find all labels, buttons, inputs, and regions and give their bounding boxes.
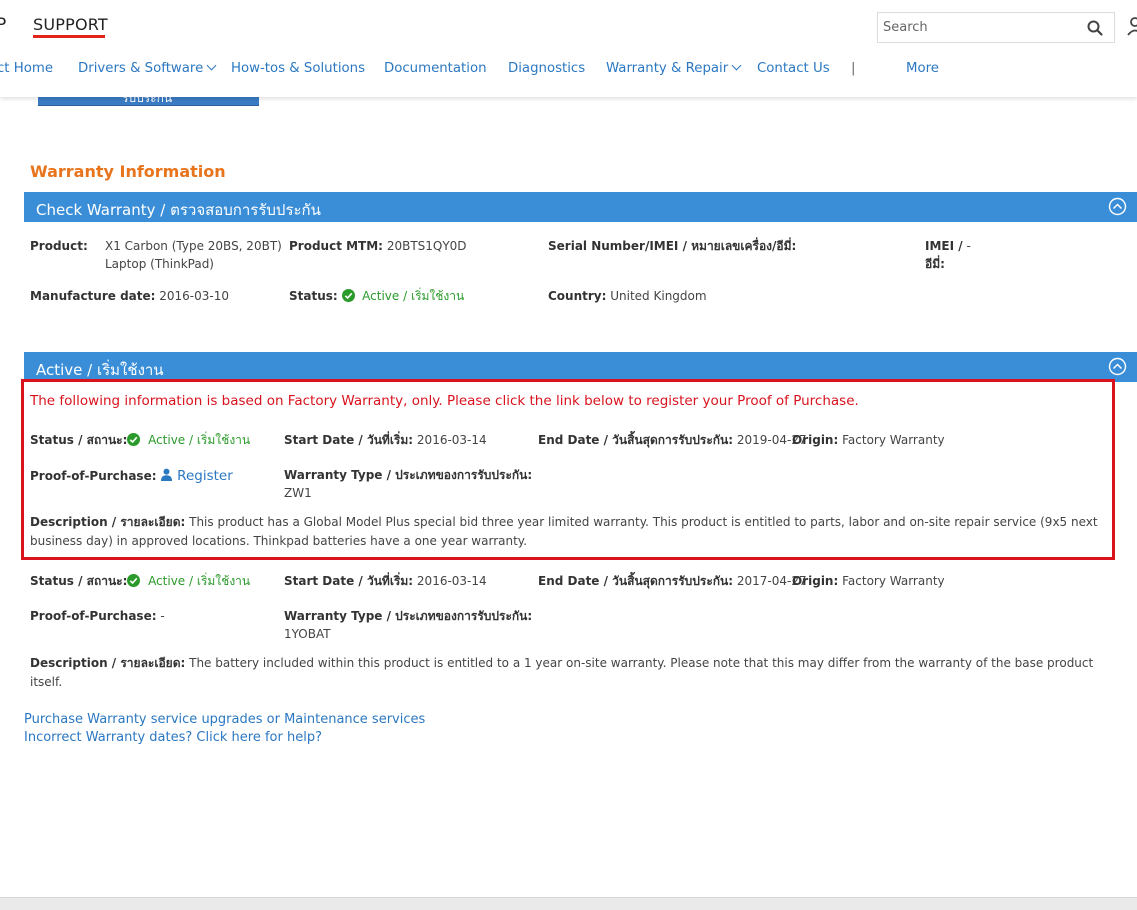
support-title[interactable]: SUPPORT: [33, 15, 108, 34]
entry2-status: Status / สถานะ: Active / เริ่มใช้งาน: [30, 574, 251, 588]
site-header: P SUPPORT ct Home Drivers & Software How…: [0, 0, 1137, 97]
incorrect-dates-help-link[interactable]: Incorrect Warranty dates? Click here for…: [24, 730, 322, 745]
nav-warranty-repair-label: Warranty & Repair: [606, 61, 729, 76]
factory-warranty-notice: The following information is based on Fa…: [30, 393, 859, 409]
nav-product-home[interactable]: ct Home: [0, 61, 53, 76]
entry1-description: Description / รายละเอียด: This product h…: [30, 515, 1098, 548]
nav-documentation[interactable]: Documentation: [384, 61, 487, 76]
register-warranty-button[interactable]: รับประกัน: [38, 97, 259, 106]
register-warranty-button-label: รับประกัน: [122, 97, 173, 105]
horizontal-scrollbar[interactable]: [0, 897, 1137, 910]
check-warranty-title: Check Warranty / ตรวจสอบการรับประกัน: [36, 201, 321, 219]
nav-howtos-solutions[interactable]: How-tos & Solutions: [231, 61, 365, 76]
product-label: Product:: [30, 239, 88, 253]
chevron-up-circle-icon[interactable]: [1108, 197, 1127, 216]
check-warranty-bar[interactable]: Check Warranty / ตรวจสอบการรับประกัน: [24, 192, 1137, 222]
brand-logo-fragment[interactable]: P: [0, 15, 6, 35]
nav-diagnostics[interactable]: Diagnostics: [508, 61, 585, 76]
nav-warranty-repair[interactable]: Warranty & Repair: [606, 60, 742, 76]
check-circle-icon: [127, 574, 141, 587]
nav-more[interactable]: More: [884, 61, 939, 76]
entry2-end-date: End Date / วันสิ้นสุดการรับประกัน: 2017-…: [538, 574, 807, 588]
register-link[interactable]: Register: [177, 468, 233, 484]
search-input[interactable]: [878, 13, 1078, 42]
entry2-proof-of-purchase: Proof-of-Purchase: -: [30, 609, 165, 623]
warranty-status: Status: Active / เริ่มใช้งาน: [289, 289, 465, 303]
chevron-up-circle-icon[interactable]: [1108, 357, 1127, 376]
chevron-down-icon: [206, 60, 217, 71]
product-value: X1 Carbon (Type 20BS, 20BT) Laptop (Thin…: [105, 239, 282, 271]
manufacture-date: Manufacture date: 2016-03-10: [30, 289, 230, 303]
entry1-status: Status / สถานะ: Active / เริ่มใช้งาน: [30, 433, 251, 447]
entry2-description: Description / รายละเอียด: The battery in…: [30, 656, 1094, 689]
nav-separator: |: [851, 61, 856, 76]
purchase-upgrades-link[interactable]: Purchase Warranty service upgrades or Ma…: [24, 712, 425, 727]
entry1-warranty-type: Warranty Type / ประเภทของการรับประกัน: Z…: [284, 468, 533, 500]
support-underline: [33, 35, 105, 38]
nav-contact-us[interactable]: Contact Us: [757, 61, 830, 76]
chevron-down-icon: [731, 60, 742, 71]
entry2-start-date: Start Date / วันที่เริ่ม: 2016-03-14: [284, 574, 487, 588]
active-bar[interactable]: Active / เริ่มใช้งาน: [24, 352, 1137, 382]
search-icon[interactable]: [1086, 19, 1104, 37]
entry2-origin: Origin: Factory Warranty: [792, 574, 945, 588]
entry1-start-date: Start Date / วันที่เริ่ม: 2016-03-14: [284, 433, 487, 447]
search-box: [877, 12, 1115, 43]
country: Country: United Kingdom: [548, 289, 707, 303]
serial-number-label: Serial Number/IMEI / หมายเลขเครื่อง/อีมี…: [548, 239, 797, 253]
entry1-end-date: End Date / วันสิ้นสุดการรับประกัน: 2019-…: [538, 433, 807, 447]
imei-field: IMEI / - อีมี่:: [925, 239, 971, 271]
check-circle-icon: [341, 289, 355, 302]
section-title-warranty: Warranty Information: [30, 162, 226, 181]
user-icon: [161, 468, 173, 481]
entry2-warranty-type: Warranty Type / ประเภทของการรับประกัน: 1…: [284, 609, 533, 641]
check-circle-icon: [127, 433, 141, 446]
nav-drivers-software[interactable]: Drivers & Software: [78, 60, 217, 76]
entry1-origin: Origin: Factory Warranty: [792, 433, 945, 447]
nav-more-label: More: [906, 61, 939, 76]
nav-drivers-software-label: Drivers & Software: [78, 61, 204, 76]
product-mtm: Product MTM: 20BTS1QY0D: [289, 239, 467, 253]
entry1-proof-of-purchase: Proof-of-Purchase: Register: [30, 468, 233, 484]
user-icon[interactable]: [1127, 16, 1137, 36]
